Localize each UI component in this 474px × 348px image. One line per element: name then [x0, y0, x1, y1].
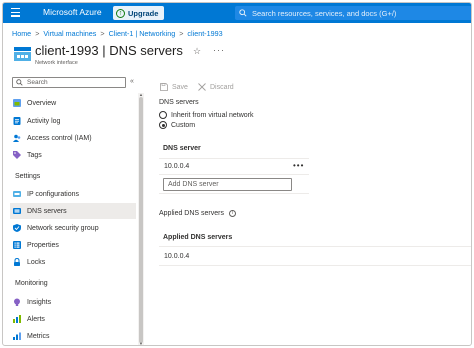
- add-dns-server-placeholder: Add DNS server: [168, 181, 219, 188]
- network-interface-icon: [14, 47, 31, 61]
- monitoring-section-header: Monitoring: [15, 280, 48, 287]
- divider: [159, 193, 309, 194]
- sidebar-item-metrics[interactable]: Metrics: [10, 328, 136, 344]
- activity-log-icon: [13, 117, 21, 125]
- dns-server-column-header: DNS server: [163, 145, 201, 152]
- sidebar-item-label: Tags: [27, 151, 42, 159]
- nsg-icon: [13, 224, 21, 232]
- save-icon: [160, 83, 168, 91]
- breadcrumb-virtual-machines[interactable]: Virtual machines: [43, 29, 96, 38]
- sidebar-item-access-control[interactable]: Access control (IAM): [10, 130, 136, 146]
- dns-servers-label: DNS servers: [159, 99, 199, 106]
- breadcrumb-client-networking[interactable]: Client-1 | Networking: [109, 29, 176, 38]
- sidebar-item-alerts[interactable]: Alerts: [10, 311, 136, 327]
- sidebar-item-label: Metrics: [27, 332, 50, 340]
- sidebar-item-dns-servers[interactable]: DNS servers: [10, 203, 136, 219]
- sidebar-item-properties[interactable]: Properties: [10, 237, 136, 253]
- menu-icon[interactable]: [11, 8, 20, 17]
- radio-inherit-from-vnet[interactable]: Inherit from virtual network: [159, 111, 253, 119]
- sidebar-search-input[interactable]: Search: [12, 77, 126, 88]
- sidebar-item-label: Insights: [27, 298, 52, 306]
- access-control-icon: [13, 134, 21, 142]
- info-icon[interactable]: i: [228, 210, 236, 217]
- radio-button-selected[interactable]: [159, 121, 167, 129]
- sidebar-item-tags[interactable]: Tags: [10, 147, 136, 163]
- insights-icon: [14, 298, 20, 306]
- applied-label-text: Applied DNS servers: [159, 210, 224, 217]
- radio-button[interactable]: [159, 111, 167, 119]
- dns-server-value: 10.0.0.4: [164, 163, 190, 170]
- page-title: client-1993 | DNS servers: [35, 43, 183, 58]
- breadcrumb-client-1993[interactable]: client-1993: [187, 29, 222, 38]
- metrics-icon: [13, 332, 21, 340]
- lock-icon: [14, 258, 20, 266]
- radio-label: Custom: [171, 121, 196, 129]
- sidebar-search-placeholder: Search: [27, 79, 48, 86]
- discard-icon: [198, 83, 206, 91]
- row-more-options-icon[interactable]: •••: [293, 161, 304, 170]
- sidebar-item-insights[interactable]: Insights: [10, 294, 136, 310]
- scroll-up-arrow-icon[interactable]: ▲: [139, 92, 143, 97]
- divider: [159, 265, 471, 266]
- sidebar-item-label: DNS servers: [27, 207, 67, 215]
- tag-icon: [13, 151, 21, 159]
- sidebar: Search « Overview Activity log Access co…: [3, 75, 145, 345]
- divider: [159, 158, 309, 159]
- discard-button[interactable]: Discard: [198, 83, 234, 91]
- sidebar-item-network-security-group[interactable]: Network security group: [10, 220, 136, 236]
- search-icon: [239, 9, 247, 17]
- page-subtitle: Network interface: [35, 60, 78, 66]
- upgrade-label: Upgrade: [128, 8, 159, 18]
- overview-icon: [13, 99, 21, 107]
- sidebar-item-label: Network security group: [27, 224, 99, 232]
- command-bar: Save Discard: [160, 83, 244, 91]
- sidebar-item-label: Alerts: [27, 315, 45, 323]
- discard-label: Discard: [209, 83, 234, 91]
- sidebar-item-label: IP configurations: [27, 190, 80, 198]
- breadcrumb-separator: >: [179, 29, 184, 38]
- add-dns-server-input[interactable]: Add DNS server: [163, 178, 292, 191]
- radio-label: Inherit from virtual network: [171, 111, 254, 119]
- breadcrumb-separator: >: [100, 29, 105, 38]
- applied-dns-column-header: Applied DNS servers: [163, 234, 233, 241]
- breadcrumb-separator: >: [35, 29, 40, 38]
- radio-custom[interactable]: Custom: [159, 121, 195, 129]
- breadcrumb: Home > Virtual machines > Client-1 | Net…: [12, 29, 223, 38]
- dns-icon: [13, 208, 21, 214]
- collapse-sidebar-icon[interactable]: «: [130, 78, 134, 85]
- sidebar-item-activity-log[interactable]: Activity log: [10, 113, 136, 129]
- applied-dns-server-value: 10.0.0.4: [164, 253, 190, 260]
- sidebar-item-locks[interactable]: Locks: [10, 254, 136, 270]
- top-bar: Microsoft Azure ↑ Upgrade Search resourc…: [3, 3, 471, 23]
- upgrade-arrow-icon: ↑: [116, 8, 125, 18]
- alerts-icon: [13, 315, 21, 323]
- sidebar-item-label: Locks: [27, 258, 46, 266]
- save-button[interactable]: Save: [160, 83, 188, 91]
- ip-config-icon: [13, 191, 21, 197]
- applied-dns-servers-label: Applied DNS servers i: [159, 210, 236, 217]
- global-search-placeholder: Search resources, services, and docs (G+…: [252, 8, 397, 18]
- sidebar-item-label: Activity log: [27, 117, 61, 125]
- search-icon: [16, 79, 23, 86]
- sidebar-item-label: Overview: [27, 99, 57, 107]
- global-search-input[interactable]: Search resources, services, and docs (G+…: [235, 6, 471, 20]
- sidebar-item-label: Properties: [27, 241, 59, 249]
- sidebar-item-overview[interactable]: Overview: [10, 95, 136, 111]
- sidebar-scrollbar-thumb[interactable]: [139, 97, 143, 343]
- more-options-icon[interactable]: ···: [213, 45, 225, 55]
- save-label: Save: [172, 83, 188, 91]
- scroll-down-arrow-icon[interactable]: ▼: [139, 341, 143, 345]
- brand-name[interactable]: Microsoft Azure: [43, 7, 102, 17]
- app-window: Microsoft Azure ↑ Upgrade Search resourc…: [2, 2, 472, 346]
- divider: [159, 246, 471, 247]
- upgrade-button[interactable]: ↑ Upgrade: [113, 6, 165, 20]
- settings-section-header: Settings: [15, 173, 41, 180]
- sidebar-item-ip-configurations[interactable]: IP configurations: [10, 186, 136, 202]
- favorite-star-icon[interactable]: ☆: [193, 46, 201, 57]
- properties-icon: [13, 241, 21, 249]
- divider: [159, 174, 309, 175]
- sidebar-item-label: Access control (IAM): [27, 134, 92, 142]
- breadcrumb-home[interactable]: Home: [12, 29, 31, 38]
